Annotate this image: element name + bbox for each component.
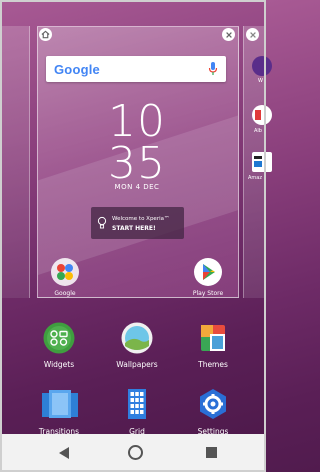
settings-icon[interactable] — [197, 388, 229, 420]
welcome-widget[interactable]: Welcome to Xperia™ START HERE! — [91, 207, 184, 239]
clock-date: MON 4 DEC — [114, 183, 160, 191]
google-folder-icon[interactable] — [51, 258, 79, 286]
google-search-widget[interactable]: Google — [46, 56, 226, 82]
wallpapers-icon[interactable] — [121, 322, 153, 354]
widgets-icon[interactable] — [43, 322, 75, 354]
home-page-icon[interactable] — [39, 28, 52, 41]
app-label-partial-2: Alb — [254, 128, 262, 134]
previous-home-page[interactable] — [0, 26, 30, 298]
google-logo: Google — [54, 62, 100, 77]
navigation-bar — [0, 434, 266, 472]
lightbulb-icon — [97, 216, 107, 229]
transitions-icon[interactable] — [41, 388, 79, 420]
home-screen-editor: { "search": { "logo_text": "Google", "mi… — [0, 0, 272, 472]
clock-minutes: 35 — [108, 138, 166, 189]
album-icon[interactable] — [252, 105, 272, 125]
app-label-play-store: Play Store — [192, 290, 224, 297]
welcome-cta: START HERE! — [112, 225, 156, 232]
mic-icon[interactable] — [208, 61, 218, 77]
app-label-partial-1: W — [258, 78, 263, 84]
wallpapers-label[interactable]: Wallpapers — [102, 360, 172, 369]
app-icon-partial[interactable] — [252, 56, 272, 76]
remove-page-icon[interactable] — [222, 28, 235, 41]
recent-apps-icon[interactable] — [206, 447, 217, 458]
grid-icon[interactable] — [121, 388, 153, 420]
play-store-icon[interactable] — [194, 258, 222, 286]
home-icon[interactable] — [128, 445, 143, 460]
amazon-icon[interactable] — [252, 152, 272, 172]
widgets-label[interactable]: Widgets — [24, 360, 94, 369]
app-label-google: Google — [54, 290, 76, 297]
welcome-title: Welcome to Xperia™ — [112, 216, 170, 222]
back-icon[interactable] — [58, 446, 70, 460]
themes-icon[interactable] — [197, 322, 229, 354]
app-label-partial-3: Amaz — [248, 175, 262, 181]
themes-label[interactable]: Themes — [178, 360, 248, 369]
